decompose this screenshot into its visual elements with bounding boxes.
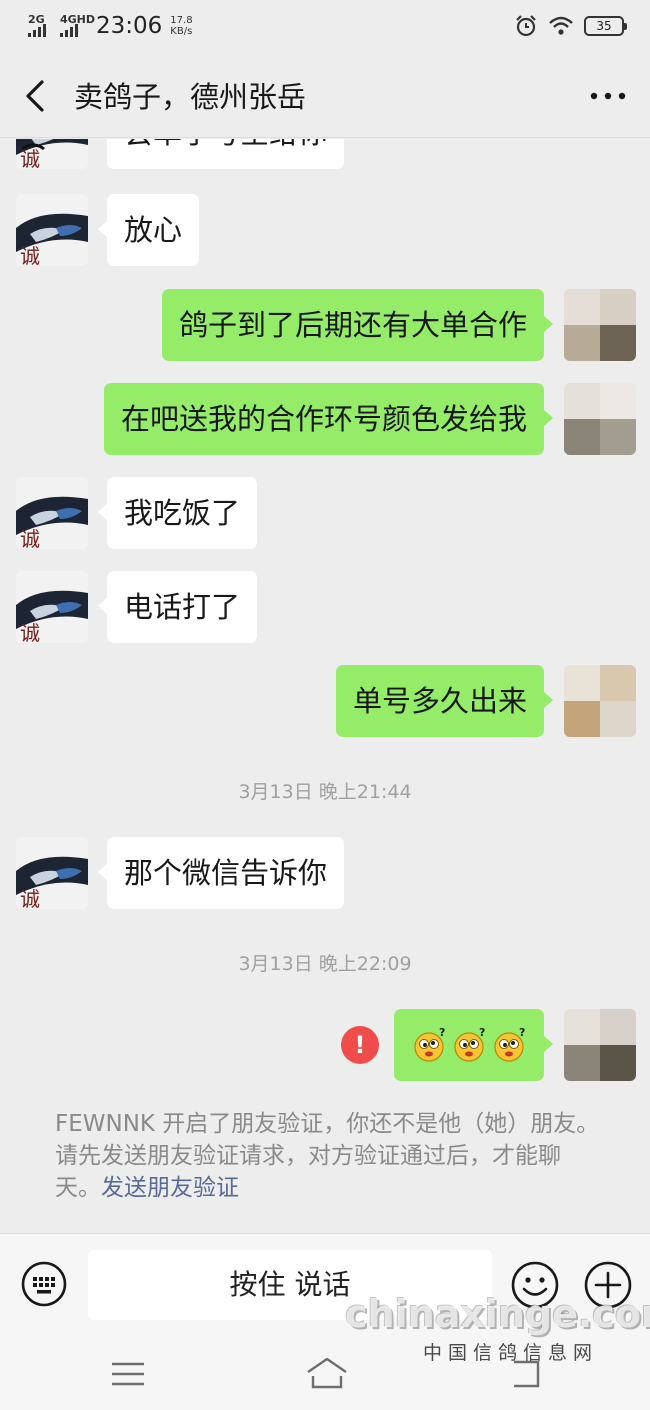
- keyboard-icon[interactable]: [20, 1260, 68, 1308]
- my-avatar-image: [564, 1009, 636, 1081]
- contact-avatar[interactable]: 诚: [16, 477, 88, 549]
- message-bubble-outgoing[interactable]: 在吧送我的合作环号颜色发给我: [103, 383, 554, 455]
- signal-4g-icon: 4GHD: [60, 13, 95, 39]
- dizzy-face-emoji: ?: [414, 1027, 445, 1062]
- message-bubble-incoming[interactable]: 电话打了: [97, 571, 258, 643]
- send-failed-icon[interactable]: !: [341, 1026, 379, 1064]
- status-right: 35: [514, 14, 627, 38]
- contact-avatar[interactable]: 诚: [16, 139, 88, 169]
- wifi-icon: [549, 16, 573, 35]
- my-avatar[interactable]: [564, 383, 636, 455]
- chat-title: 卖鸽子，德州张岳: [74, 80, 307, 114]
- contact-avatar[interactable]: 诚: [16, 194, 88, 266]
- message-bubble-outgoing-emoji[interactable]: ? ? ?: [394, 1009, 553, 1081]
- svg-text:?: ?: [439, 1027, 445, 1039]
- status-time: 23:06: [96, 13, 163, 39]
- my-avatar-image: [564, 665, 636, 737]
- battery-icon: 35: [584, 16, 627, 36]
- message-timestamp: 3月13日 晚上21:44: [238, 781, 412, 803]
- plus-icon[interactable]: [583, 1260, 633, 1310]
- my-avatar[interactable]: [564, 289, 636, 361]
- speed-value: 17.8: [170, 15, 193, 26]
- send-friend-request-link[interactable]: 发送朋友验证: [101, 1175, 239, 1201]
- alarm-icon: [516, 15, 536, 37]
- avatar-character: 诚: [20, 527, 40, 549]
- my-avatar-image: [564, 289, 636, 361]
- avatar-character: 诚: [20, 147, 40, 169]
- contact-avatar[interactable]: 诚: [16, 571, 88, 643]
- avatar-character: 诚: [20, 887, 40, 909]
- contact-avatar[interactable]: 诚: [16, 837, 88, 909]
- svg-text:?: ?: [519, 1027, 525, 1039]
- status-bar: 2G 4GHD 23:06 17.8 KB/s 35: [0, 0, 650, 52]
- message-bubble-outgoing[interactable]: 鸽子到了后期还有大单合作: [161, 289, 554, 361]
- friend-verification-notice: FEWNNK 开启了朋友验证，你还不是他（她）朋友。请先发送朋友验证请求，对方验…: [55, 1108, 605, 1204]
- my-avatar-image: [564, 383, 636, 455]
- network-speed: 17.8 KB/s: [170, 15, 192, 37]
- message-bubble-incoming[interactable]: 放心: [97, 194, 200, 266]
- svg-text:?: ?: [479, 1027, 485, 1039]
- system-navigation-bar: [0, 1338, 650, 1410]
- message-list[interactable]: 诚 会单子号全给你 诚 放心 鸽子到了后期还有大单合作: [0, 139, 650, 1233]
- input-bar: 按住 说话: [0, 1233, 650, 1338]
- message-bubble-incoming[interactable]: 那个微信告诉你: [97, 837, 345, 909]
- message-bubble-incoming[interactable]: 我吃饭了: [97, 477, 258, 549]
- avatar-character: 诚: [20, 244, 40, 266]
- my-avatar[interactable]: [564, 665, 636, 737]
- message-bubble-outgoing[interactable]: 单号多久出来: [335, 665, 554, 737]
- dizzy-face-emoji: ?: [494, 1027, 525, 1062]
- signal-2g-icon: 2G: [28, 13, 58, 39]
- chat-header: 卖鸽子，德州张岳: [0, 52, 650, 138]
- hold-to-talk-button[interactable]: 按住 说话: [88, 1250, 492, 1320]
- menu-lines-icon[interactable]: [110, 1358, 146, 1390]
- home-icon[interactable]: [304, 1354, 350, 1392]
- dizzy-face-emoji: ?: [454, 1027, 485, 1062]
- back-key-icon[interactable]: [508, 1358, 542, 1390]
- more-dots-icon[interactable]: [588, 78, 628, 114]
- smiley-icon[interactable]: [510, 1260, 560, 1310]
- speed-unit: KB/s: [170, 26, 193, 37]
- emoji-group: ? ? ?: [412, 1027, 528, 1063]
- chevron-left-icon[interactable]: [20, 76, 56, 116]
- status-left: 2G 4GHD 23:06 17.8 KB/s: [28, 12, 193, 40]
- avatar-character: 诚: [20, 621, 40, 643]
- my-avatar[interactable]: [564, 1009, 636, 1081]
- message-timestamp: 3月13日 晚上22:09: [238, 953, 412, 975]
- message-bubble-incoming[interactable]: 会单子号全给你: [97, 139, 345, 169]
